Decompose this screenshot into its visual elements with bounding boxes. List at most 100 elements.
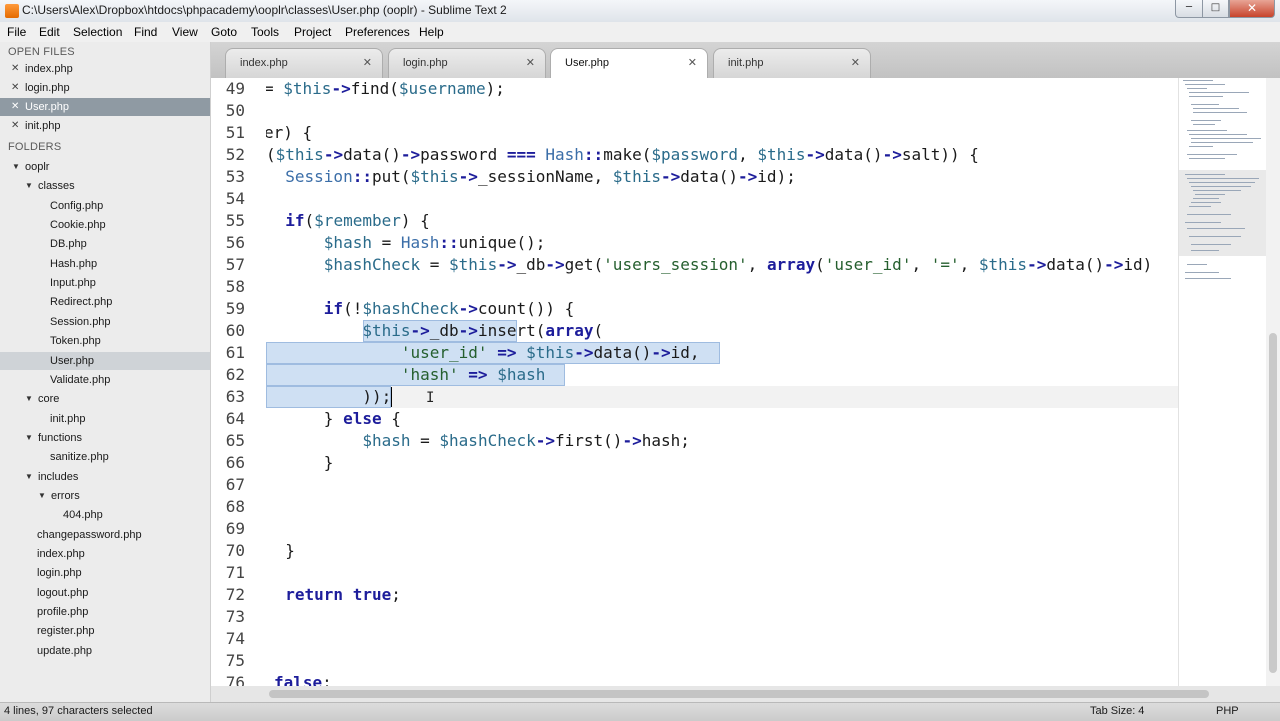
code-line[interactable]: )); xyxy=(266,386,391,408)
tree-file[interactable]: profile.php xyxy=(0,603,210,621)
tab-index-php[interactable]: index.php ✕ xyxy=(225,48,383,78)
chevron-down-icon[interactable]: ▼ xyxy=(38,487,46,505)
menu-file[interactable]: File xyxy=(7,25,26,39)
close-file-icon[interactable]: ✕ xyxy=(11,98,19,116)
minimap-line xyxy=(1185,278,1231,279)
tab-login-php[interactable]: login.php ✕ xyxy=(388,48,546,78)
tree-file[interactable]: login.php xyxy=(0,564,210,582)
tree-file[interactable]: Config.php xyxy=(0,197,210,215)
tab-close-icon[interactable]: ✕ xyxy=(526,56,535,69)
open-files-heading: OPEN FILES xyxy=(8,46,75,58)
horizontal-scrollbar[interactable] xyxy=(211,686,1280,702)
open-file-user[interactable]: ✕ User.php xyxy=(0,98,210,116)
tab-close-icon[interactable]: ✕ xyxy=(851,56,860,69)
open-file-init[interactable]: ✕ init.php xyxy=(0,117,210,135)
code-line[interactable]: $hashCheck = $this->_db->get('users_sess… xyxy=(266,254,1153,276)
tree-file[interactable]: logout.php xyxy=(0,584,210,602)
sidebar: OPEN FILES ✕ index.php ✕ login.php ✕ Use… xyxy=(0,42,211,702)
tree-file[interactable]: User.php xyxy=(0,351,210,370)
menu-edit[interactable]: Edit xyxy=(39,25,60,39)
code-line[interactable]: return true; xyxy=(266,584,401,606)
minimap-line xyxy=(1189,158,1225,159)
minimap[interactable] xyxy=(1178,78,1267,686)
menu-goto[interactable]: Goto xyxy=(211,25,237,39)
menu-preferences[interactable]: Preferences xyxy=(345,25,410,39)
code-line[interactable]: 'user_id' => $this->data()->id, xyxy=(266,342,700,364)
tree-file[interactable]: sanitize.php xyxy=(0,448,210,466)
code-line[interactable]: false; xyxy=(274,672,332,686)
tree-file[interactable]: register.php xyxy=(0,622,210,640)
code-line[interactable]: } xyxy=(266,452,334,474)
minimap-line xyxy=(1191,186,1251,187)
tree-file[interactable]: Token.php xyxy=(0,332,210,350)
menu-view[interactable]: View xyxy=(172,25,198,39)
tab-user-php[interactable]: User.php ✕ xyxy=(550,48,708,79)
tree-file[interactable]: 404.php xyxy=(0,506,210,524)
chevron-down-icon[interactable]: ▼ xyxy=(25,177,33,195)
tree-file[interactable]: Input.php xyxy=(0,274,210,292)
menu-find[interactable]: Find xyxy=(134,25,157,39)
code-line[interactable]: } xyxy=(266,540,295,562)
code-line[interactable]: er) { xyxy=(266,122,312,144)
menu-bar: File Edit Selection Find View Goto Tools… xyxy=(0,22,1280,42)
tree-file[interactable]: changepassword.php xyxy=(0,526,210,544)
tree-file[interactable]: Session.php xyxy=(0,313,210,331)
code-area[interactable]: = $this->find($username); er) {($this->da… xyxy=(266,78,1178,686)
menu-project[interactable]: Project xyxy=(294,25,331,39)
tree-file[interactable]: Cookie.php xyxy=(0,216,210,234)
code-line[interactable]: } else { xyxy=(266,408,401,430)
menu-help[interactable]: Help xyxy=(419,25,444,39)
code-line[interactable]: 'hash' => $hash xyxy=(266,364,546,386)
tree-file[interactable]: init.php xyxy=(0,410,210,428)
tree-file[interactable]: Validate.php xyxy=(0,371,210,389)
code-line[interactable]: ($this->data()->password === Hash::make(… xyxy=(266,144,979,166)
minimap-line xyxy=(1193,108,1239,109)
chevron-down-icon[interactable]: ▼ xyxy=(12,158,20,176)
close-file-icon[interactable]: ✕ xyxy=(11,79,19,97)
tree-file[interactable]: update.php xyxy=(0,642,210,660)
vertical-scrollbar-thumb[interactable] xyxy=(1269,333,1277,673)
close-file-icon[interactable]: ✕ xyxy=(11,60,19,78)
code-editor[interactable]: 49 50 51 52 53 54 55 56 57 58 59 60 61 62 63 64 65 66 67 68… xyxy=(211,78,1178,686)
horizontal-scrollbar-thumb[interactable] xyxy=(269,690,1209,698)
vertical-scrollbar[interactable] xyxy=(1266,78,1280,686)
chevron-down-icon[interactable]: ▼ xyxy=(25,468,33,486)
tree-folder[interactable]: ▼ core xyxy=(0,390,210,408)
tab-size-indicator[interactable]: Tab Size: 4 xyxy=(1090,705,1144,717)
tree-file[interactable]: Redirect.php xyxy=(0,293,210,311)
open-file-login[interactable]: ✕ login.php xyxy=(0,79,210,97)
tab-close-icon[interactable]: ✕ xyxy=(688,56,697,69)
line-number: 70 xyxy=(225,541,245,560)
close-file-icon[interactable]: ✕ xyxy=(11,117,19,135)
code-line[interactable]: if(!$hashCheck->count()) { xyxy=(266,298,574,320)
tab-init-php[interactable]: init.php ✕ xyxy=(713,48,871,78)
minimap-line xyxy=(1187,154,1237,155)
maximize-button[interactable]: □ xyxy=(1202,0,1229,18)
open-file-index[interactable]: ✕ index.php xyxy=(0,60,210,78)
tree-folder[interactable]: ▼ ooplr xyxy=(0,158,210,176)
tab-close-icon[interactable]: ✕ xyxy=(363,56,372,69)
menu-tools[interactable]: Tools xyxy=(251,25,279,39)
code-line[interactable]: Session::put($this->_sessionName, $this-… xyxy=(266,166,796,188)
chevron-down-icon[interactable]: ▼ xyxy=(25,429,33,447)
code-line[interactable]: $hash = $hashCheck->first()->hash; xyxy=(266,430,690,452)
tree-folder[interactable]: ▼ functions xyxy=(0,429,210,447)
syntax-indicator[interactable]: PHP xyxy=(1216,705,1239,717)
tree-item-label: core xyxy=(38,393,60,406)
line-number: 71 xyxy=(225,563,245,582)
tree-folder[interactable]: ▼ classes xyxy=(0,177,210,195)
tree-folder[interactable]: ▼ includes xyxy=(0,468,210,486)
tree-file[interactable]: Hash.php xyxy=(0,255,210,273)
minimap-line xyxy=(1189,206,1211,207)
close-window-button[interactable]: ✕ xyxy=(1229,0,1275,18)
chevron-down-icon[interactable]: ▼ xyxy=(25,390,33,408)
tree-file[interactable]: index.php xyxy=(0,545,210,563)
menu-selection[interactable]: Selection xyxy=(73,25,122,39)
minimize-button[interactable]: ─ xyxy=(1175,0,1203,18)
code-line[interactable]: $this->_db->insert(array( xyxy=(266,320,603,342)
tree-folder[interactable]: ▼ errors xyxy=(0,487,210,505)
code-line[interactable]: if($remember) { xyxy=(266,210,430,232)
code-line[interactable]: = $this->find($username); xyxy=(266,78,505,100)
tree-file[interactable]: DB.php xyxy=(0,235,210,253)
code-line[interactable]: $hash = Hash::unique(); xyxy=(266,232,546,254)
